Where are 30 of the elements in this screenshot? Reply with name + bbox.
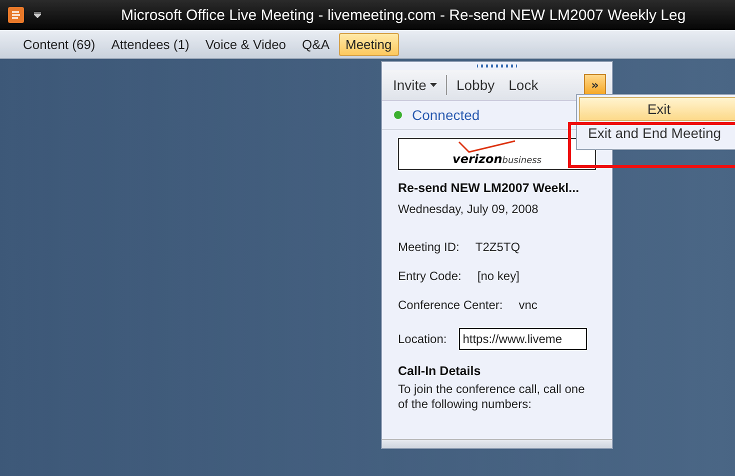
lobby-button[interactable]: Lobby [451,75,500,95]
call-in-text: To join the conference call, call one of the following numbers: [398,382,586,412]
field-value: vnc [518,298,538,312]
logo: verizonbusiness [398,138,596,170]
app-icon[interactable] [8,7,24,23]
more-button[interactable]: » [584,74,606,96]
menu-option[interactable]: Exit [579,97,735,121]
menu-item[interactable]: Meeting [338,32,399,56]
field-label: Location: [398,332,447,346]
menu-item[interactable]: Content (69) [16,32,102,56]
dropdown-icon[interactable] [34,12,41,18]
menu-item[interactable]: Voice & Video [198,32,294,56]
field-label: Conference Center: [398,298,503,312]
connection-status: Connected [412,107,480,123]
meeting-title: Re-send NEW LM2007 Weekl... [398,180,580,196]
checkmark-icon [457,140,517,154]
meeting-date: Wednesday, July 09, 2008 [398,202,540,216]
window-title: Microsoft Office Live Meeting - livemeeting.com - Re-send NEW LM2007 Weekly Leg [121,6,686,24]
location-field[interactable]: https://www.liveme [458,328,587,350]
field-value: [no key] [477,269,520,283]
grip-handle[interactable] [477,62,517,70]
caret-icon [430,83,438,87]
menu-item[interactable]: Attendees (1) [104,32,196,56]
section-heading: Call-In Details [398,364,482,378]
field-label: Meeting ID: [398,240,460,254]
field-label: Entry Code: [398,269,462,283]
menu-item[interactable]: Q&A [295,32,336,56]
field-value: T2Z5TQ [475,240,520,254]
lock-button[interactable]: Lock [504,75,544,95]
invite-button[interactable]: Invite [388,75,442,95]
